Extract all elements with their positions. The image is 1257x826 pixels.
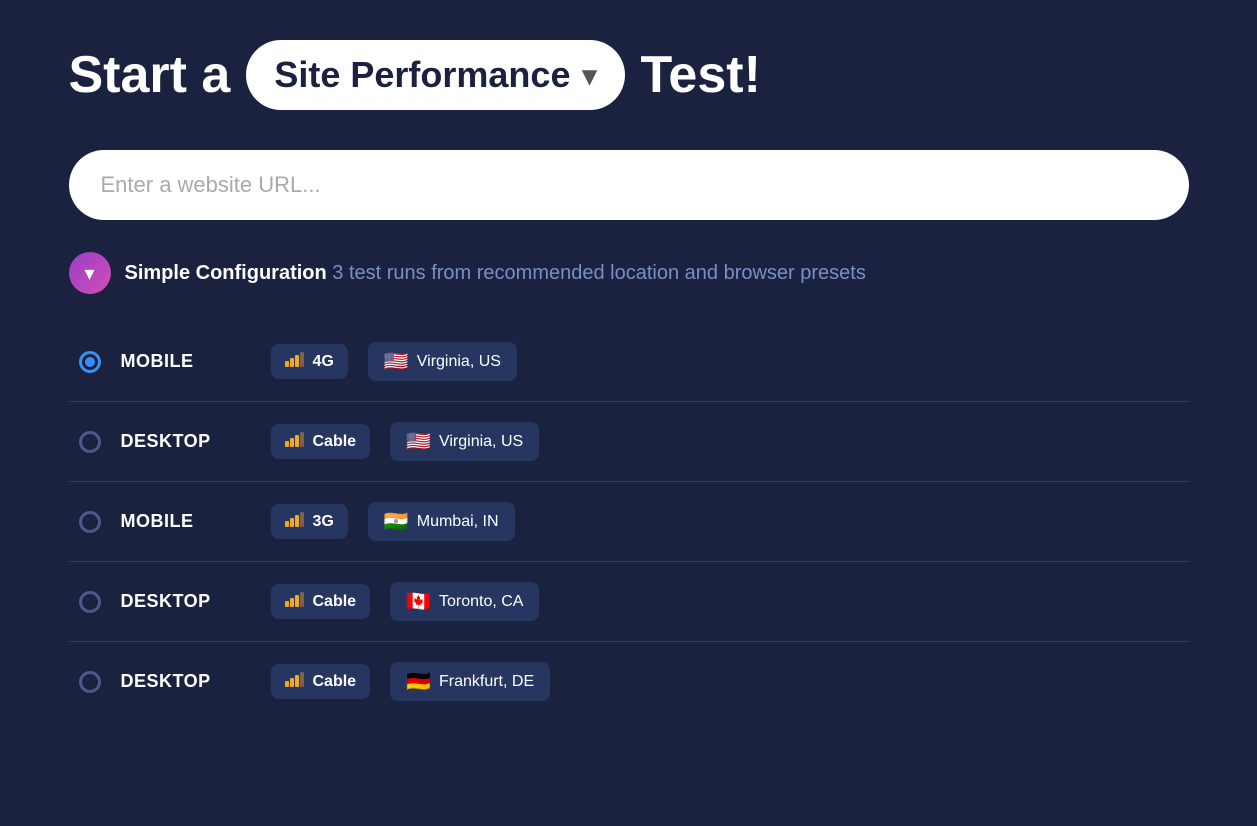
dropdown-label: Site Performance [274,54,570,96]
test-row[interactable]: DESKTOP Cable 🇩🇪 Frankfurt, DE [69,642,1189,721]
location-text: Frankfurt, DE [439,673,534,691]
network-type: 3G [313,513,334,531]
location-text: Toronto, CA [439,593,523,611]
test-row[interactable]: DESKTOP Cable 🇨🇦 Toronto, CA [69,562,1189,642]
page-container: Start a Site Performance ▾ Test! ▾ Simpl… [69,40,1189,786]
signal-icon [285,671,305,692]
device-label: DESKTOP [121,671,231,692]
radio-button[interactable] [79,511,101,533]
radio-button[interactable] [79,671,101,693]
location-text: Virginia, US [439,433,523,451]
network-type: Cable [313,673,357,691]
country-flag: 🇨🇦 [406,589,431,614]
url-input[interactable] [69,150,1189,220]
network-type: 4G [313,353,334,371]
test-row[interactable]: MOBILE 4G 🇺🇸 Virginia, US [69,322,1189,402]
location-badge: 🇩🇪 Frankfurt, DE [390,662,550,701]
test-row[interactable]: MOBILE 3G 🇮🇳 Mumbai, IN [69,482,1189,562]
location-badge: 🇨🇦 Toronto, CA [390,582,539,621]
network-type: Cable [313,433,357,451]
device-label: DESKTOP [121,591,231,612]
location-badge: 🇺🇸 Virginia, US [368,342,517,381]
location-text: Mumbai, IN [417,513,499,531]
network-type: Cable [313,593,357,611]
config-toggle-button[interactable]: ▾ [69,252,111,294]
network-badge: Cable [271,664,371,699]
signal-icon [285,591,305,612]
device-label: MOBILE [121,511,231,532]
signal-icon [285,351,305,372]
page-header: Start a Site Performance ▾ Test! [69,40,1189,110]
header-suffix: Test! [641,45,761,105]
radio-button[interactable] [79,591,101,613]
test-type-dropdown[interactable]: Site Performance ▾ [246,40,624,110]
location-text: Virginia, US [417,353,501,371]
signal-icon [285,431,305,452]
test-rows-list: MOBILE 4G 🇺🇸 Virginia, US DESKTOP [69,322,1189,721]
device-label: DESKTOP [121,431,231,452]
chevron-down-icon: ▾ [84,261,94,286]
url-input-wrapper [69,150,1189,220]
network-badge: 3G [271,504,348,539]
radio-button[interactable] [79,431,101,453]
network-badge: Cable [271,424,371,459]
network-badge: 4G [271,344,348,379]
country-flag: 🇮🇳 [384,509,409,534]
country-flag: 🇺🇸 [406,429,431,454]
header-prefix: Start a [69,45,231,105]
test-row[interactable]: DESKTOP Cable 🇺🇸 Virginia, US [69,402,1189,482]
network-badge: Cable [271,584,371,619]
device-label: MOBILE [121,351,231,372]
chevron-down-icon: ▾ [582,59,596,92]
location-badge: 🇺🇸 Virginia, US [390,422,539,461]
config-label: Simple Configuration 3 test runs from re… [125,262,866,285]
country-flag: 🇩🇪 [406,669,431,694]
signal-icon [285,511,305,532]
location-badge: 🇮🇳 Mumbai, IN [368,502,515,541]
country-flag: 🇺🇸 [384,349,409,374]
radio-button[interactable] [79,351,101,373]
simple-config-section: ▾ Simple Configuration 3 test runs from … [69,252,1189,294]
